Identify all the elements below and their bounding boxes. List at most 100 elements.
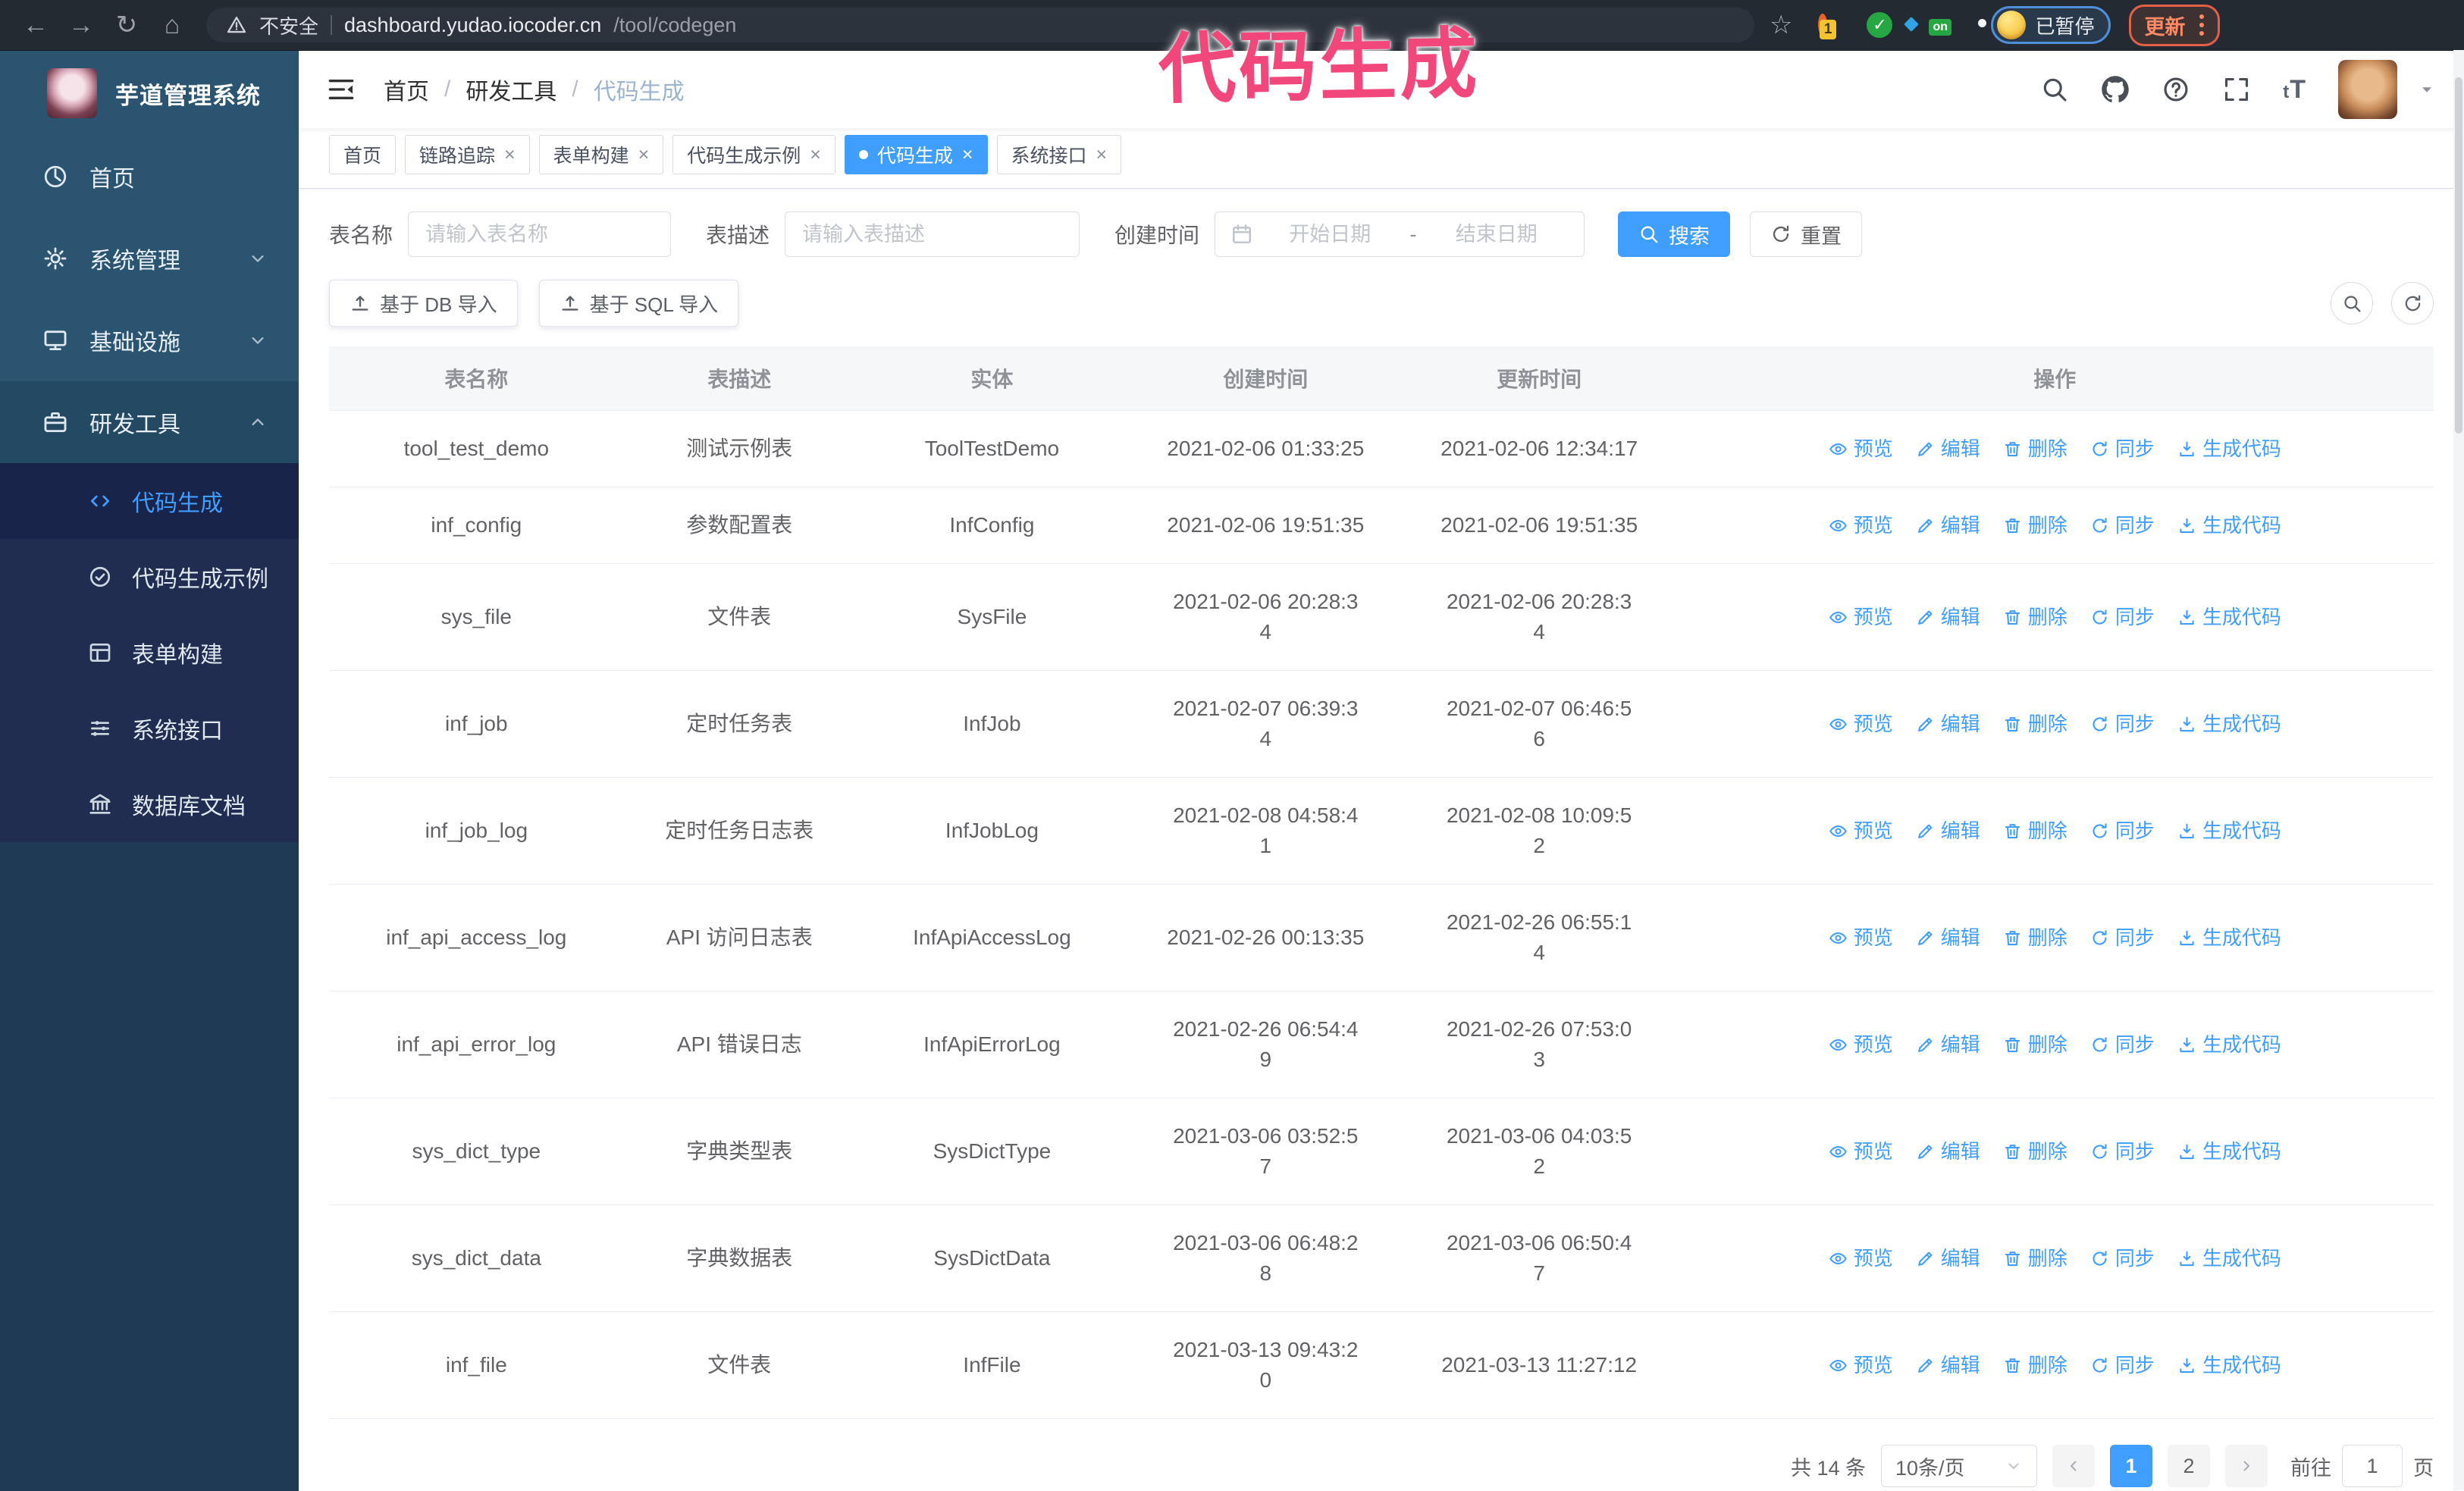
action-eye-link[interactable]: 预览	[1829, 602, 1893, 632]
action-sync-link[interactable]: 同步	[2090, 510, 2155, 540]
sidebar-subitem-db[interactable]: 数据库文档	[0, 766, 299, 842]
start-date-input[interactable]	[1258, 222, 1403, 246]
date-range-picker[interactable]: -	[1215, 211, 1585, 257]
action-eye-link[interactable]: 预览	[1829, 922, 1893, 953]
action-sync-link[interactable]: 同步	[2090, 1243, 2155, 1273]
action-sync-link[interactable]: 同步	[2090, 1136, 2155, 1167]
action-delete-link[interactable]: 删除	[2003, 816, 2067, 846]
browser-menu-icon[interactable]	[2199, 14, 2204, 36]
action-download-link[interactable]: 生成代码	[2177, 1243, 2281, 1273]
action-sync-link[interactable]: 同步	[2090, 434, 2155, 464]
action-eye-link[interactable]: 预览	[1829, 1243, 1893, 1273]
goto-page-input[interactable]	[2342, 1445, 2403, 1487]
action-sync-link[interactable]: 同步	[2090, 709, 2155, 739]
tab-active[interactable]: 代码生成 ×	[844, 135, 988, 174]
action-download-link[interactable]: 生成代码	[2177, 1136, 2281, 1167]
toggle-search-button[interactable]	[2331, 282, 2373, 324]
action-eye-link[interactable]: 预览	[1829, 816, 1893, 846]
sidebar-item-infra[interactable]: 基础设施	[0, 299, 299, 381]
browser-reload-icon[interactable]: ↻	[106, 10, 147, 40]
action-eye-link[interactable]: 预览	[1829, 1350, 1893, 1380]
profile-paused-badge[interactable]: 已暂停	[1991, 6, 2111, 44]
tab-close-icon[interactable]: ×	[1096, 145, 1108, 164]
prev-page-button[interactable]	[2052, 1445, 2095, 1487]
tab-2[interactable]: 表单构建 ×	[538, 135, 664, 174]
action-delete-link[interactable]: 删除	[2003, 1029, 2067, 1060]
action-sync-link[interactable]: 同步	[2090, 1029, 2155, 1060]
action-delete-link[interactable]: 删除	[2003, 1136, 2067, 1167]
action-delete-link[interactable]: 删除	[2003, 1350, 2067, 1380]
browser-update-button[interactable]: 更新	[2128, 4, 2220, 46]
action-edit-link[interactable]: 编辑	[1916, 709, 1980, 739]
reset-button[interactable]: 重置	[1750, 211, 1863, 257]
action-eye-link[interactable]: 预览	[1829, 510, 1893, 540]
tab-1[interactable]: 链路追踪 ×	[405, 135, 530, 174]
action-download-link[interactable]: 生成代码	[2177, 602, 2281, 632]
breadcrumb-item[interactable]: 研发工具	[466, 73, 556, 106]
action-eye-link[interactable]: 预览	[1829, 1029, 1893, 1060]
search-button[interactable]: 搜索	[1618, 211, 1731, 257]
action-edit-link[interactable]: 编辑	[1916, 1029, 1980, 1060]
collapse-sidebar-icon[interactable]	[326, 74, 356, 105]
address-bar[interactable]: 不安全 dashboard.yudao.iocoder.cn/tool/code…	[206, 8, 1754, 42]
action-download-link[interactable]: 生成代码	[2177, 1350, 2281, 1380]
extension-check-icon[interactable]: ✓	[1867, 12, 1893, 38]
action-eye-link[interactable]: 预览	[1829, 434, 1893, 464]
sidebar-subitem-api[interactable]: 系统接口	[0, 691, 299, 766]
sidebar-subitem-form[interactable]: 表单构建	[0, 615, 299, 691]
action-eye-link[interactable]: 预览	[1829, 1136, 1893, 1167]
tab-close-icon[interactable]: ×	[504, 145, 516, 164]
action-eye-link[interactable]: 预览	[1829, 709, 1893, 739]
table-name-input[interactable]	[409, 222, 671, 246]
extension-orange-icon[interactable]: 1	[1818, 14, 1837, 39]
table-desc-input[interactable]	[785, 222, 1080, 246]
page-button-2[interactable]: 2	[2168, 1445, 2210, 1487]
sidebar-item-dashboard[interactable]: 首页	[0, 136, 299, 218]
tab-3[interactable]: 代码生成示例 ×	[672, 135, 835, 174]
tab-close-icon[interactable]: ×	[962, 145, 973, 164]
sidebar-item-tools[interactable]: 研发工具	[0, 381, 299, 463]
action-edit-link[interactable]: 编辑	[1916, 434, 1980, 464]
action-sync-link[interactable]: 同步	[2090, 602, 2155, 632]
action-edit-link[interactable]: 编辑	[1916, 816, 1980, 846]
fullscreen-icon[interactable]	[2222, 75, 2251, 104]
action-delete-link[interactable]: 删除	[2003, 922, 2067, 953]
action-edit-link[interactable]: 编辑	[1916, 1350, 1980, 1380]
header-search-icon[interactable]	[2040, 75, 2069, 104]
browser-back-icon[interactable]: ←	[15, 11, 56, 40]
browser-forward-icon[interactable]: →	[61, 11, 102, 40]
action-download-link[interactable]: 生成代码	[2177, 1029, 2281, 1060]
sidebar-item-gear[interactable]: 系统管理	[0, 218, 299, 299]
action-delete-link[interactable]: 删除	[2003, 602, 2067, 632]
page-scrollbar[interactable]	[2453, 50, 2464, 1490]
action-delete-link[interactable]: 删除	[2003, 434, 2067, 464]
help-icon[interactable]	[2161, 75, 2190, 104]
sidebar-subitem-example[interactable]: 代码生成示例	[0, 539, 299, 615]
breadcrumb-item[interactable]: 首页	[384, 73, 429, 106]
action-download-link[interactable]: 生成代码	[2177, 922, 2281, 953]
browser-home-icon[interactable]: ⌂	[152, 11, 193, 40]
tab-close-icon[interactable]: ×	[638, 145, 650, 164]
font-size-icon[interactable]: tT	[2283, 75, 2306, 105]
action-edit-link[interactable]: 编辑	[1916, 1136, 1980, 1167]
action-delete-link[interactable]: 删除	[2003, 709, 2067, 739]
import-db-button[interactable]: 基于 DB 导入	[329, 280, 518, 327]
tab-0[interactable]: 首页	[329, 135, 397, 174]
github-icon[interactable]	[2101, 75, 2130, 104]
tab-5[interactable]: 系统接口 ×	[996, 135, 1122, 174]
scrollbar-thumb[interactable]	[2455, 77, 2462, 434]
app-logo[interactable]: 芋道管理系统	[0, 51, 299, 136]
action-download-link[interactable]: 生成代码	[2177, 709, 2281, 739]
action-edit-link[interactable]: 编辑	[1916, 510, 1980, 540]
action-edit-link[interactable]: 编辑	[1916, 602, 1980, 632]
action-sync-link[interactable]: 同步	[2090, 1350, 2155, 1380]
action-edit-link[interactable]: 编辑	[1916, 922, 1980, 953]
end-date-input[interactable]	[1424, 222, 1569, 246]
sidebar-subitem-code[interactable]: 代码生成	[0, 463, 299, 539]
tab-close-icon[interactable]: ×	[810, 145, 821, 164]
avatar-caret-icon[interactable]	[2417, 80, 2437, 99]
bookmark-star-icon[interactable]: ☆	[1770, 10, 1792, 40]
page-button-1[interactable]: 1	[2110, 1445, 2152, 1487]
import-sql-button[interactable]: 基于 SQL 导入	[538, 280, 739, 327]
action-delete-link[interactable]: 删除	[2003, 510, 2067, 540]
